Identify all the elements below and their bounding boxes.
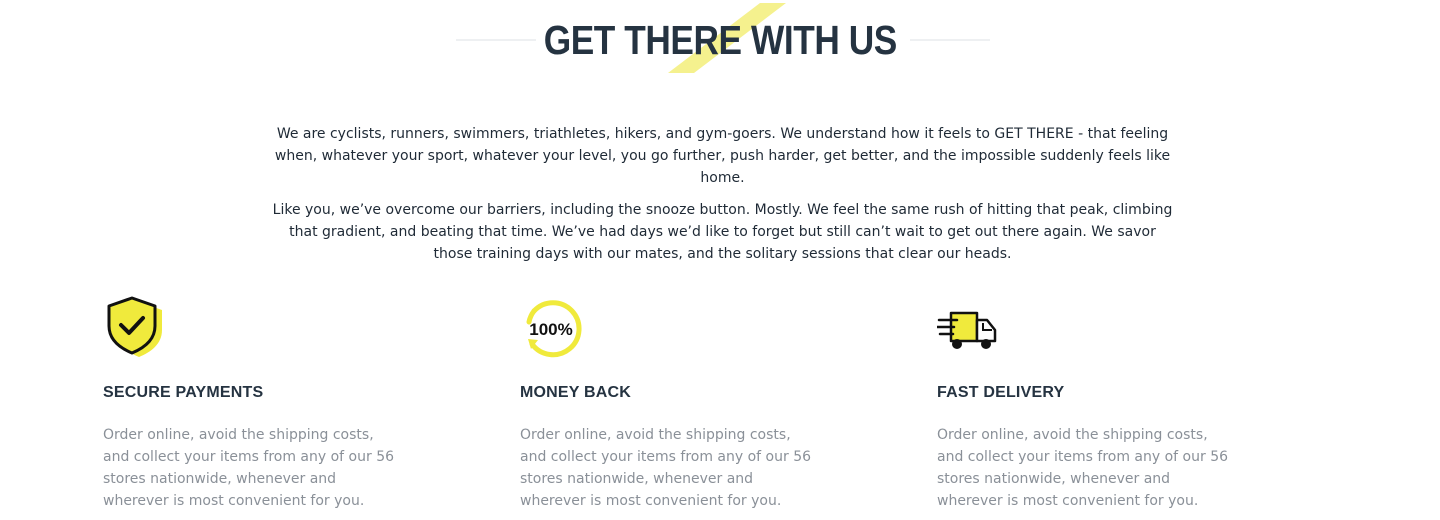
intro-paragraph-1: We are cyclists, runners, swimmers, tria… (274, 126, 1171, 186)
money-back-icon-label: 100% (529, 320, 572, 339)
about-section: GET THERE WITH US We are cyclists, runne… (0, 0, 1440, 520)
money-back-100-percent-icon: 100% (526, 300, 582, 358)
intro-paragraph-2: Like you, we’ve overcome our barriers, i… (272, 202, 1173, 262)
section-heading: GET THERE WITH US (0, 0, 1440, 80)
delivery-truck-icon (937, 311, 997, 349)
intro-text: We are cyclists, runners, swimmers, tria… (270, 123, 1175, 275)
feature-description: Order online, avoid the shipping costs, … (103, 427, 395, 509)
shield-check-icon (107, 296, 162, 357)
section-title: GET THERE WITH US (543, 17, 898, 63)
feature-description: Order online, avoid the shipping costs, … (520, 427, 812, 509)
feature-title: FAST DELIVERY (937, 384, 1065, 401)
feature-title: SECURE PAYMENTS (103, 384, 264, 401)
feature-title: MONEY BACK (520, 384, 632, 401)
feature-description: Order online, avoid the shipping costs, … (937, 427, 1229, 509)
